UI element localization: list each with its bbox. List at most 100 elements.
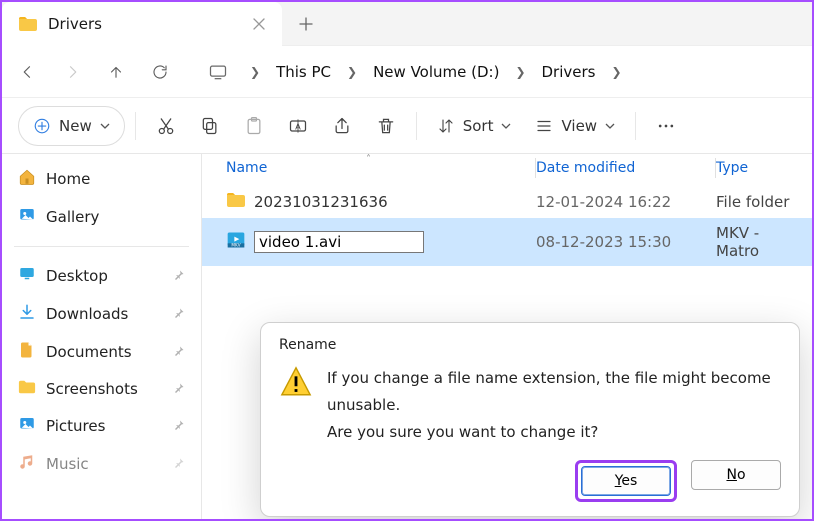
column-date[interactable]: Date modified xyxy=(536,160,716,176)
breadcrumb-drivers[interactable]: Drivers xyxy=(532,57,606,87)
back-button[interactable] xyxy=(8,52,48,92)
view-button[interactable]: View xyxy=(525,106,625,146)
chevron-down-icon xyxy=(501,121,511,131)
rename-button[interactable]: A xyxy=(278,106,318,146)
file-date: 08-12-2023 15:30 xyxy=(536,233,716,251)
sidebar-item-label: Screenshots xyxy=(46,380,138,398)
svg-text:MKV: MKV xyxy=(231,243,240,248)
video-mkv-icon: MKV xyxy=(226,230,246,254)
toolbar: New A Sort View xyxy=(2,98,812,154)
separator xyxy=(14,246,189,247)
new-label: New xyxy=(59,117,92,135)
sort-indicator-icon: ˄ xyxy=(366,154,371,165)
delete-button[interactable] xyxy=(366,106,406,146)
chevron-right-icon[interactable]: ❯ xyxy=(246,65,264,79)
sort-label: Sort xyxy=(463,117,494,135)
new-tab-button[interactable] xyxy=(286,4,326,44)
file-type: MKV - Matro xyxy=(716,224,802,260)
chevron-down-icon xyxy=(605,121,615,131)
sidebar-item-label: Downloads xyxy=(46,305,128,323)
file-row[interactable]: MKV 08-12-2023 15:30 MKV - Matro xyxy=(202,218,812,266)
documents-icon xyxy=(18,341,36,363)
column-label: Date modified xyxy=(536,160,635,176)
pin-icon xyxy=(173,417,185,435)
yes-button[interactable]: Yes xyxy=(581,466,671,496)
sidebar-item-label: Music xyxy=(46,455,89,473)
sidebar-item-screenshots[interactable]: Screenshots xyxy=(2,371,201,407)
close-icon[interactable] xyxy=(252,17,266,31)
pin-icon xyxy=(173,305,185,323)
folder-icon xyxy=(18,379,36,399)
desktop-icon xyxy=(18,265,36,287)
file-date: 12-01-2024 16:22 xyxy=(536,193,716,211)
sidebar-item-label: Pictures xyxy=(46,417,105,435)
paste-button[interactable] xyxy=(234,106,274,146)
tab-bar: Drivers xyxy=(2,2,812,46)
folder-icon xyxy=(18,16,38,32)
sidebar-item-label: Documents xyxy=(46,343,132,361)
gallery-icon xyxy=(18,206,36,228)
up-button[interactable] xyxy=(96,52,136,92)
forward-button[interactable] xyxy=(52,52,92,92)
share-button[interactable] xyxy=(322,106,362,146)
yes-highlight: Yes xyxy=(575,460,677,502)
sidebar-item-desktop[interactable]: Desktop xyxy=(2,257,201,295)
sort-button[interactable]: Sort xyxy=(427,106,522,146)
rename-confirm-dialog: Rename If you change a file name extensi… xyxy=(260,322,800,517)
location-icon[interactable] xyxy=(198,52,238,92)
file-type: File folder xyxy=(716,193,802,211)
breadcrumb: ❯ This PC ❯ New Volume (D:) ❯ Drivers ❯ xyxy=(242,57,626,87)
sidebar-item-downloads[interactable]: Downloads xyxy=(2,295,201,333)
cut-button[interactable] xyxy=(146,106,186,146)
sidebar-item-label: Desktop xyxy=(46,267,108,285)
home-icon xyxy=(18,168,36,190)
music-icon xyxy=(18,453,36,475)
file-name: 20231031231636 xyxy=(254,193,388,211)
column-headers: Name ˄ Date modified Type xyxy=(202,154,812,186)
sidebar-item-gallery[interactable]: Gallery xyxy=(2,198,201,236)
dialog-title: Rename xyxy=(279,337,781,353)
file-row[interactable]: 20231031231636 12-01-2024 16:22 File fol… xyxy=(202,186,812,218)
pin-icon xyxy=(173,267,185,285)
explorer-window: Drivers ❯ This PC ❯ New Vo xyxy=(0,0,814,521)
tab-title: Drivers xyxy=(48,15,242,33)
sidebar-item-music[interactable]: Music xyxy=(2,445,201,483)
pictures-icon xyxy=(18,415,36,437)
column-label: Name xyxy=(226,160,267,176)
pin-icon xyxy=(173,343,185,361)
column-type[interactable]: Type xyxy=(716,160,802,176)
separator xyxy=(135,112,136,140)
sidebar-item-label: Gallery xyxy=(46,208,99,226)
column-label: Type xyxy=(716,160,748,176)
no-button[interactable]: No xyxy=(691,460,781,490)
dialog-prompt: Are you sure you want to change it? xyxy=(327,419,781,446)
pin-icon xyxy=(173,380,185,398)
rename-input[interactable] xyxy=(254,231,424,253)
sidebar-item-home[interactable]: Home xyxy=(2,160,201,198)
navigation-bar: ❯ This PC ❯ New Volume (D:) ❯ Drivers ❯ xyxy=(2,46,812,98)
view-label: View xyxy=(561,117,597,135)
chevron-right-icon[interactable]: ❯ xyxy=(343,65,361,79)
sidebar-item-documents[interactable]: Documents xyxy=(2,333,201,371)
sidebar-item-pictures[interactable]: Pictures xyxy=(2,407,201,445)
chevron-right-icon[interactable]: ❯ xyxy=(511,65,529,79)
sidebar: Home Gallery Desktop Downloads Documents xyxy=(2,154,202,519)
breadcrumb-this-pc[interactable]: This PC xyxy=(266,57,341,87)
folder-icon xyxy=(226,192,246,212)
refresh-button[interactable] xyxy=(140,52,180,92)
file-rows: 20231031231636 12-01-2024 16:22 File fol… xyxy=(202,186,812,266)
dialog-message: If you change a file name extension, the… xyxy=(327,365,781,419)
more-button[interactable] xyxy=(646,106,686,146)
separator xyxy=(635,112,636,140)
copy-button[interactable] xyxy=(190,106,230,146)
new-button[interactable]: New xyxy=(18,106,125,146)
chevron-right-icon[interactable]: ❯ xyxy=(607,65,625,79)
breadcrumb-volume[interactable]: New Volume (D:) xyxy=(363,57,509,87)
sidebar-item-label: Home xyxy=(46,170,90,188)
separator xyxy=(416,112,417,140)
chevron-down-icon xyxy=(100,121,110,131)
column-name[interactable]: Name ˄ xyxy=(226,160,536,176)
pin-icon xyxy=(173,455,185,473)
downloads-icon xyxy=(18,303,36,325)
tab-drivers[interactable]: Drivers xyxy=(2,2,282,46)
